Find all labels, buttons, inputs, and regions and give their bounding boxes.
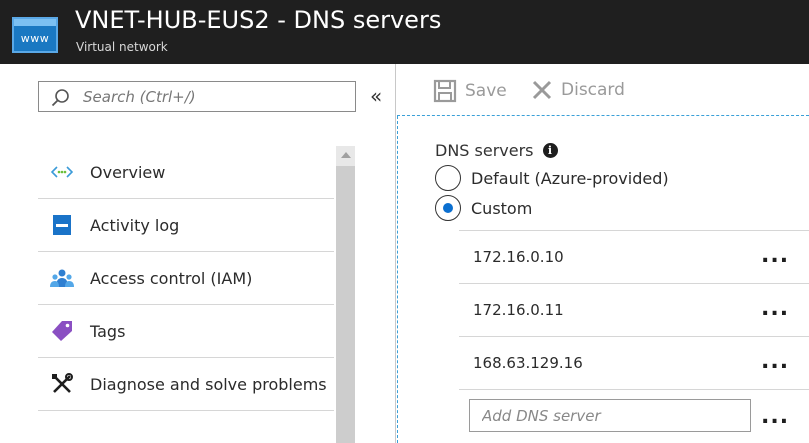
- focus-border: [397, 116, 398, 443]
- radio-default[interactable]: Default (Azure-provided): [435, 165, 669, 191]
- menu-list: Overview Activity log Access control (IA…: [38, 146, 334, 411]
- sidebar-item-overview[interactable]: Overview: [38, 146, 334, 199]
- scroll-thumb[interactable]: [336, 166, 355, 443]
- dns-server-row: 168.63.129.16 ...: [459, 336, 809, 389]
- add-dns-server-row: ...: [459, 389, 809, 442]
- dns-servers-label: DNS servers i: [435, 141, 558, 160]
- wrench-icon: [50, 372, 74, 396]
- dns-server-row: 172.16.0.11 ...: [459, 283, 809, 336]
- more-options-button[interactable]: ...: [761, 245, 789, 267]
- dns-server-value: 168.63.129.16: [473, 354, 583, 372]
- resource-menu: « Overview Activity log: [0, 64, 396, 443]
- sidebar-item-tags[interactable]: Tags: [38, 305, 334, 358]
- sidebar-item-label: Diagnose and solve problems: [90, 374, 327, 394]
- search-box[interactable]: [38, 81, 356, 112]
- close-icon: [532, 80, 552, 100]
- command-bar: Save Discard: [397, 64, 809, 116]
- add-dns-server-input[interactable]: [469, 399, 751, 432]
- dns-server-value: 172.16.0.10: [473, 248, 564, 266]
- radio-custom-circle[interactable]: [435, 195, 461, 221]
- virtual-network-icon: www: [12, 17, 58, 53]
- more-options-button[interactable]: ...: [761, 298, 789, 320]
- more-options-button[interactable]: ...: [761, 351, 789, 373]
- page-subtitle: Virtual network: [76, 40, 168, 54]
- sidebar-item-activity-log[interactable]: Activity log: [38, 199, 334, 252]
- sidebar-item-label: Overview: [90, 162, 166, 182]
- sidebar-item-label: Access control (IAM): [90, 268, 253, 288]
- more-options-button[interactable]: ...: [761, 406, 789, 428]
- dns-server-list: 172.16.0.10 ... 172.16.0.11 ... 168.63.1…: [459, 230, 809, 442]
- sidebar-item-label: Tags: [90, 321, 126, 341]
- page-title: VNET-HUB-EUS2 - DNS servers: [75, 6, 442, 34]
- activity-log-icon: [50, 213, 74, 237]
- dns-servers-label-text: DNS servers: [435, 141, 534, 160]
- icon-bar: [14, 19, 56, 26]
- overview-icon: [50, 160, 74, 184]
- discard-button[interactable]: Discard: [531, 79, 625, 101]
- save-button[interactable]: Save: [433, 79, 507, 103]
- blade-header: www VNET-HUB-EUS2 - DNS servers Virtual …: [0, 0, 809, 64]
- search-icon: [51, 89, 69, 107]
- radio-default-label: Default (Azure-provided): [471, 168, 669, 188]
- info-icon[interactable]: i: [542, 143, 558, 158]
- collapse-menu-button[interactable]: «: [370, 84, 382, 108]
- radio-custom[interactable]: Custom: [435, 195, 532, 221]
- sidebar-item-label: Activity log: [90, 215, 180, 235]
- radio-default-circle[interactable]: [435, 165, 461, 191]
- discard-label: Discard: [561, 80, 625, 100]
- icon-text: www: [20, 32, 50, 45]
- dns-servers-blade: Save Discard DNS servers i Default (Azur…: [397, 64, 809, 443]
- menu-scrollbar[interactable]: [336, 146, 355, 443]
- sidebar-item-diagnose[interactable]: Diagnose and solve problems: [38, 358, 334, 411]
- scroll-up-arrow-icon[interactable]: [341, 152, 351, 158]
- save-icon: [433, 79, 457, 103]
- search-input[interactable]: [83, 86, 348, 108]
- save-label: Save: [465, 81, 507, 101]
- radio-custom-label: Custom: [471, 198, 533, 218]
- dns-server-row: 172.16.0.10 ...: [459, 230, 809, 283]
- tag-icon: [50, 319, 74, 343]
- sidebar-item-access-control[interactable]: Access control (IAM): [38, 252, 334, 305]
- dns-server-value: 172.16.0.11: [473, 301, 564, 319]
- access-control-icon: [50, 266, 74, 290]
